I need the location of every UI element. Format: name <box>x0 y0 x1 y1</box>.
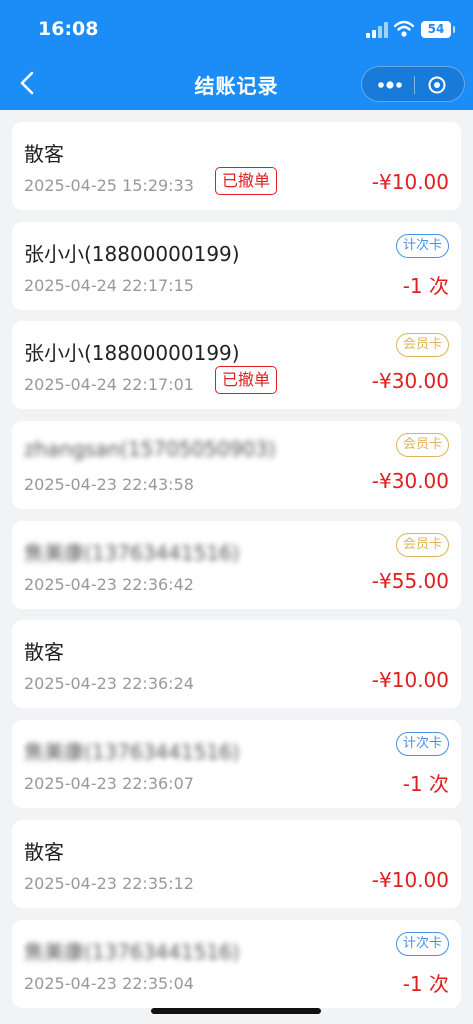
record-card[interactable]: 张小小(18800000199) 计次卡 2025-04-24 22:17:15… <box>12 221 461 310</box>
wifi-icon <box>394 20 414 37</box>
close-target-icon[interactable] <box>428 76 446 94</box>
top-bar: 16:08 54 结账记录 <box>0 0 473 110</box>
record-amount: -¥10.00 <box>371 170 449 194</box>
customer-name: zhangsan(15705050903) <box>24 437 276 462</box>
mini-program-capsule <box>361 66 465 102</box>
signal-icon <box>366 22 388 38</box>
customer-name: 散客 <box>24 640 64 665</box>
battery-icon: 54 <box>421 21 455 38</box>
customer-name: 焦美康(13763441516) <box>24 540 240 565</box>
record-amount: -¥30.00 <box>371 369 449 394</box>
record-time: 2025-04-23 22:36:42 <box>24 574 194 594</box>
record-card[interactable]: 散客 2025-04-25 15:29:33 已撤单 -¥10.00 <box>12 122 461 210</box>
checkout-record-list: 散客 2025-04-25 15:29:33 已撤单 -¥10.00 张小小(1… <box>12 122 461 1019</box>
revoked-badge: 已撤单 <box>215 167 278 195</box>
record-time: 2025-04-23 22:43:58 <box>24 475 194 495</box>
card-type-tag: 会员卡 <box>395 532 449 557</box>
customer-name: 散客 <box>24 839 64 864</box>
customer-name: 焦美康(13763441516) <box>24 740 240 765</box>
status-bar: 16:08 54 <box>0 0 473 58</box>
record-amount: -1 次 <box>402 772 449 797</box>
record-time: 2025-04-23 22:35:12 <box>24 873 194 893</box>
more-icon[interactable] <box>376 67 404 103</box>
record-card[interactable]: 散客 2025-04-23 22:36:24 -¥10.00 <box>12 620 461 709</box>
record-card[interactable]: 焦美康(13763441516) 计次卡 2025-04-23 22:36:07… <box>12 720 461 809</box>
record-card[interactable]: 散客 2025-04-23 22:35:12 -¥10.00 <box>12 819 461 908</box>
record-amount: -¥10.00 <box>371 668 449 693</box>
card-type-tag: 计次卡 <box>395 931 449 956</box>
record-card[interactable]: 焦美康(13763441516) 计次卡 2025-04-23 22:35:04… <box>12 919 461 1008</box>
record-card[interactable]: 焦美康(13763441516) 会员卡 2025-04-23 22:36:42… <box>12 520 461 609</box>
record-time: 2025-04-23 22:36:24 <box>24 674 194 694</box>
record-time: 2025-04-24 22:17:01 <box>24 375 194 395</box>
customer-name: 张小小(18800000199) <box>24 341 240 366</box>
record-amount: -¥10.00 <box>371 867 449 892</box>
nav-bar: 结账记录 <box>0 58 473 110</box>
customer-name: 散客 <box>24 142 64 166</box>
card-type-tag: 计次卡 <box>395 233 449 258</box>
record-time: 2025-04-23 22:35:04 <box>24 973 194 993</box>
record-card[interactable]: 张小小(18800000199) 会员卡 2025-04-24 22:17:01… <box>12 321 461 410</box>
card-type-tag: 会员卡 <box>395 333 449 358</box>
customer-name: 焦美康(13763441516) <box>24 939 240 964</box>
customer-name: 张小小(18800000199) <box>24 241 240 266</box>
home-indicator[interactable] <box>151 1008 321 1014</box>
status-time: 16:08 <box>38 18 99 40</box>
record-time: 2025-04-25 15:29:33 <box>24 176 194 195</box>
capsule-divider <box>414 76 415 94</box>
record-card[interactable]: zhangsan(15705050903) 会员卡 2025-04-23 22:… <box>12 421 461 510</box>
card-type-tag: 会员卡 <box>395 433 449 458</box>
record-amount: -¥30.00 <box>371 469 449 494</box>
revoked-badge: 已撤单 <box>215 366 278 395</box>
record-amount: -1 次 <box>402 273 449 298</box>
record-time: 2025-04-23 22:36:07 <box>24 774 194 794</box>
card-type-tag: 计次卡 <box>395 732 449 757</box>
record-amount: -1 次 <box>402 971 449 996</box>
record-time: 2025-04-24 22:17:15 <box>24 275 194 295</box>
record-amount: -¥55.00 <box>371 568 449 593</box>
